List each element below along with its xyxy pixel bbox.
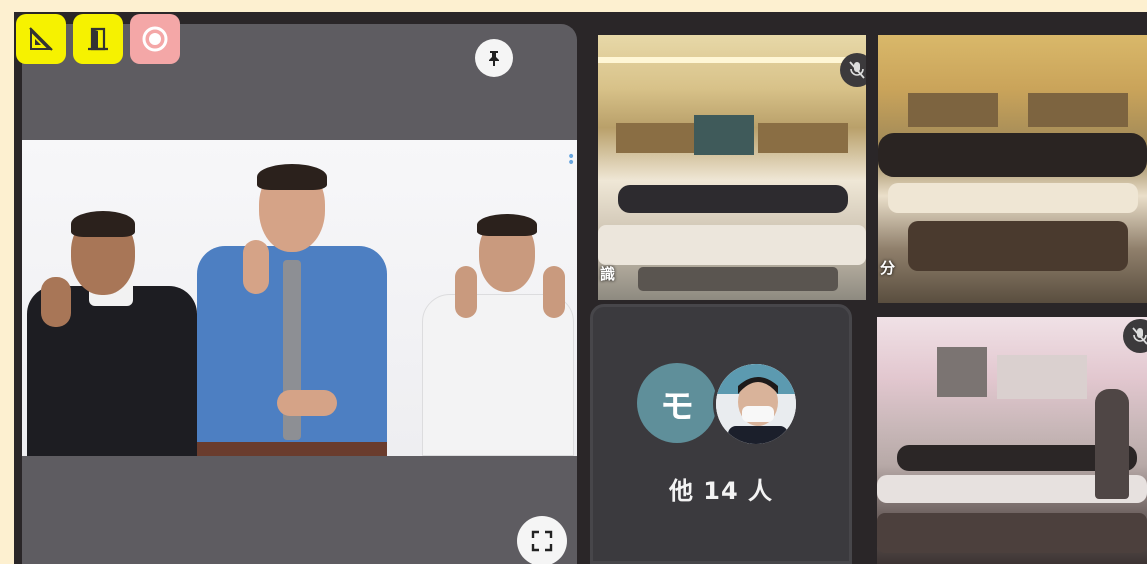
- participant-avatar-photo: [713, 361, 799, 447]
- other-participants-tile[interactable]: モ 他 14 人: [590, 304, 852, 564]
- mic-off-indicator: [840, 53, 866, 87]
- shelf: [1028, 93, 1128, 127]
- record-icon: [142, 26, 168, 52]
- ceiling-light: [598, 57, 866, 63]
- teacher-figure: [1095, 389, 1129, 499]
- shelf: [616, 123, 696, 153]
- mic-off-indicator: [1123, 319, 1147, 353]
- classroom-video-tile-3[interactable]: [877, 317, 1147, 564]
- exit-button[interactable]: [73, 14, 123, 64]
- mic-off-icon: [1132, 327, 1147, 345]
- shelf: [758, 123, 848, 153]
- person-center: [187, 164, 397, 456]
- person-left: [27, 211, 202, 456]
- participant-photo: [716, 364, 796, 444]
- students-row: [618, 185, 848, 213]
- pin-button[interactable]: [475, 39, 513, 77]
- fullscreen-icon: [531, 530, 553, 552]
- exit-door-icon: [88, 27, 108, 51]
- fullscreen-button[interactable]: [517, 516, 567, 564]
- sign-language-video: [22, 140, 577, 456]
- window: [997, 355, 1087, 399]
- speaking-indicator: • •: [567, 149, 576, 171]
- board: [694, 115, 754, 155]
- person-right: [417, 214, 577, 456]
- board: [937, 347, 987, 397]
- hide-layout-icon: [29, 27, 53, 51]
- students-row: [598, 225, 866, 265]
- shelf: [908, 93, 998, 127]
- desk-row: [908, 221, 1128, 271]
- others-count-label: 他 14 人: [668, 477, 774, 505]
- classroom-video-tile-1[interactable]: 識: [598, 35, 866, 300]
- desk-row: [638, 267, 838, 291]
- hide-layout-button[interactable]: [16, 14, 66, 64]
- students-row: [888, 183, 1138, 213]
- participant-avatar-initial: モ: [637, 363, 717, 443]
- desk-row: [877, 513, 1147, 553]
- mic-off-icon: [849, 61, 865, 79]
- students-row: [878, 133, 1147, 177]
- pin-icon: [489, 51, 499, 66]
- caption-fragment: 識: [600, 265, 616, 283]
- caption-fragment: 分: [880, 259, 896, 277]
- record-button[interactable]: [130, 14, 180, 64]
- pinned-video-tile[interactable]: • •: [22, 24, 577, 564]
- classroom-video-tile-2[interactable]: 分: [878, 35, 1147, 303]
